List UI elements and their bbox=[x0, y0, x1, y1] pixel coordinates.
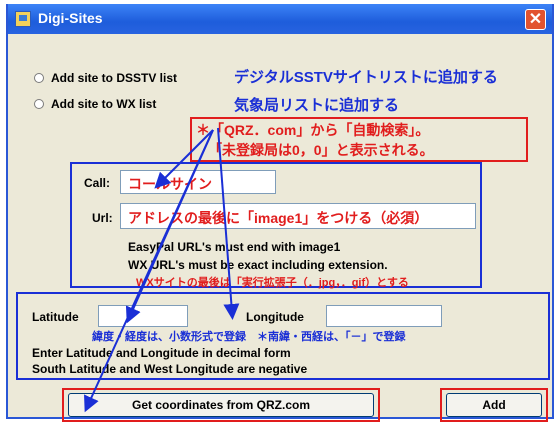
arrow-to-call bbox=[154, 129, 214, 189]
arrow-to-latlon bbox=[217, 127, 240, 320]
arrow-to-latitude bbox=[125, 129, 214, 324]
annotation-arrows bbox=[84, 127, 240, 413]
